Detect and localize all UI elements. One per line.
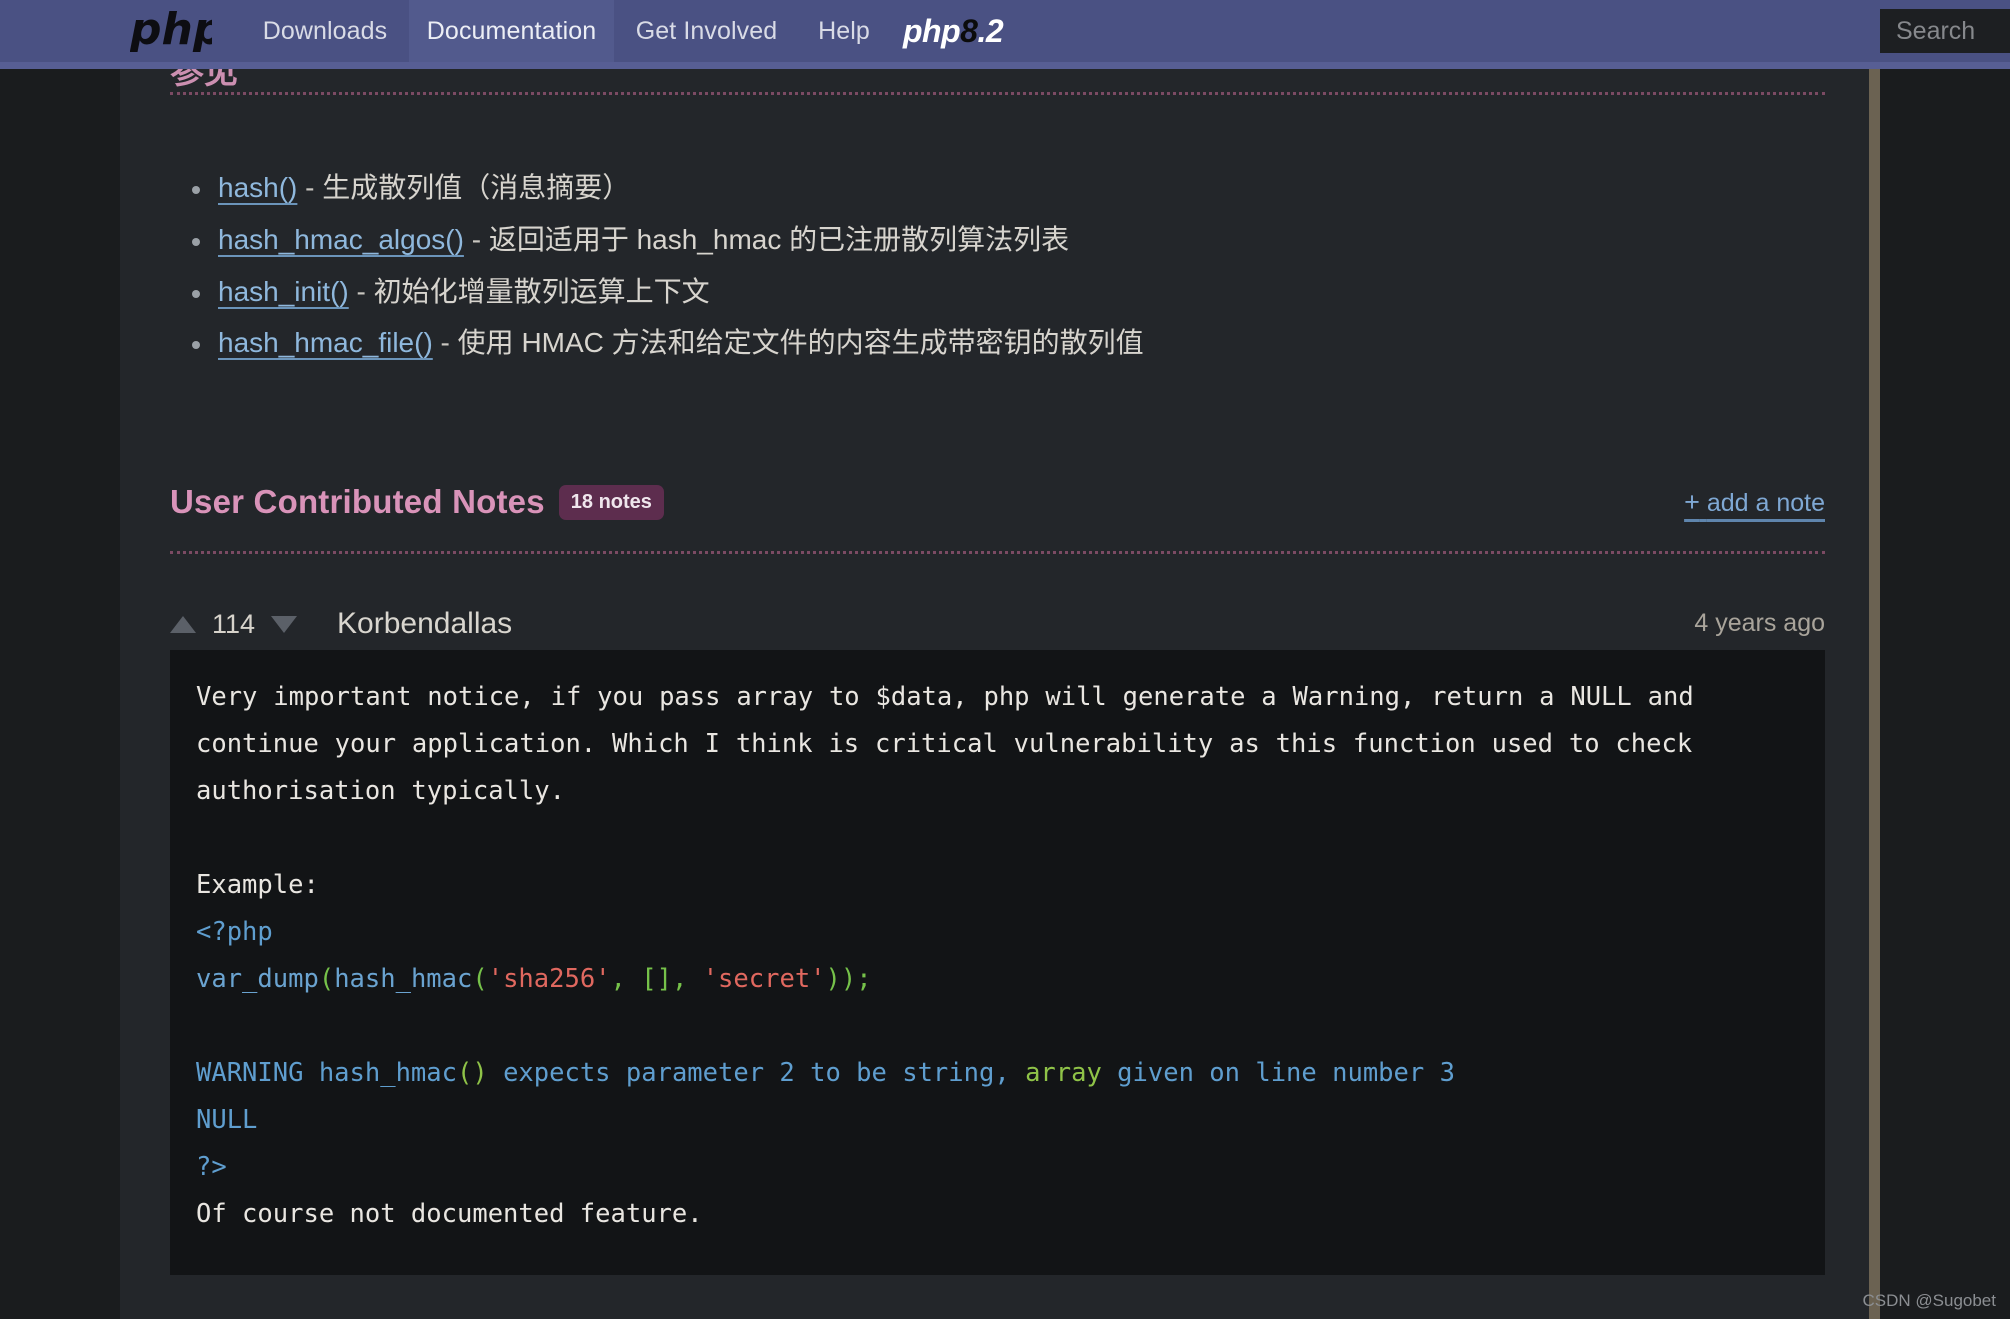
code-open-tag: <?php [196,909,1799,956]
php-logo-icon[interactable]: php [128,4,214,56]
list-item-dash: - [297,172,323,203]
nav-item-downloads[interactable]: Downloads [241,0,409,62]
list-item: hash_hmac_file() - 使用 HMAC 方法和给定文件的内容生成带… [170,325,1770,361]
triangle-up-icon[interactable] [170,615,196,633]
nav-item-help[interactable]: Help [799,0,889,62]
warning-array: array [1025,1058,1102,1088]
code-line: var_dump(hash_hmac('sha256', [], 'secret… [196,956,1799,1003]
search-input[interactable]: Search [1880,9,2010,53]
php-version-logo[interactable]: php 8.2 [903,6,1021,56]
list-item-dash: - [463,223,489,255]
nav-label-downloads: Downloads [262,16,388,45]
note-date: 4 years ago [1694,609,1825,637]
note-meta-row: 114 Korbendallas [170,605,512,643]
code-paren-1: ( [318,964,335,994]
watermark: CSDN @Sugobet [1862,1291,1997,1310]
code-fn-hash-hmac: hash_hmac [334,964,473,994]
code-string-secret: 'secret' [702,964,826,994]
list-item: hash_hmac_algos() - 返回适用于 hash_hmac 的已注册… [170,222,1770,258]
vote-count: 114 [212,608,256,639]
function-link[interactable]: hash() [218,172,297,203]
list-item: hash() - 生成散列值（消息摘要） [170,170,1770,206]
php-close-tag: ?> [196,1152,227,1182]
add-note-label: add a note [1706,489,1825,517]
vertical-scrollbar[interactable] [1869,68,1880,1319]
triangle-down-icon[interactable] [271,615,298,633]
nav-label-help: Help [818,16,870,45]
list-item: hash_init() - 初始化增量散列运算上下文 [170,274,1770,310]
php-docs-page: 参见 php Downloads Documentation Get Invol… [0,0,2010,1319]
note-paragraph: Very important notice, if you pass array… [196,682,1694,806]
add-note-link[interactable]: + add a note [1684,487,1825,518]
list-item-description: 使用 HMAC 方法和给定文件的内容生成带密钥的散列值 [457,327,1144,359]
note-author[interactable]: Korbendallas [337,607,512,641]
code-paren-2: ( [472,964,488,994]
php-version-major: 8 [960,12,978,49]
null-value: NULL [196,1105,258,1135]
plus-icon: + [1684,487,1700,517]
list-item-description: 初始化增量散列运算上下文 [373,275,710,307]
php-version-prefix: php [903,12,961,49]
php-open-tag: <?php [196,917,273,947]
code-string-sha256: 'sha256' [487,964,611,994]
code-empty-array: [] [641,964,672,994]
notes-count-badge: 18 notes [558,484,664,520]
php-version-minor: .2 [977,12,1004,49]
function-link[interactable]: hash_hmac_file() [218,327,433,358]
warning-line: WARNING hash_hmac() expects parameter 2 … [196,1050,1799,1097]
null-line: NULL [196,1097,1799,1144]
svg-text:php: php [130,8,212,52]
warning-text-3: given on line number 3 [1101,1058,1455,1088]
navbar-underline [0,62,2010,69]
divider-top [170,92,1825,95]
warning-parens: () [457,1058,488,1088]
top-navbar: php Downloads Documentation Get Involved… [0,0,2010,62]
right-gutter [1880,0,2010,1319]
code-sep-2: , [671,964,703,994]
code-sep-1: , [610,964,642,994]
related-functions-list: hash() - 生成散列值（消息摘要） hash_hmac_algos() -… [170,170,1770,377]
list-item-dash: - [348,275,374,307]
list-item-dash: - [432,327,458,359]
nav-label-get-involved: Get Involved [635,16,778,45]
code-paren-close: )) [825,964,857,994]
list-item-description: 生成散列值（消息摘要） [322,172,631,203]
warning-text-1: WARNING hash_hmac [196,1058,457,1088]
list-item-description: 返回适用于 hash_hmac 的已注册散列算法列表 [488,223,1070,255]
nav-item-documentation[interactable]: Documentation [409,0,614,62]
note-body: Very important notice, if you pass array… [170,650,1825,1275]
nav-item-get-involved[interactable]: Get Involved [614,0,799,62]
code-fn-var-dump: var_dump [196,964,319,994]
code-close-tag: ?> [196,1144,1799,1191]
nav-label-documentation: Documentation [426,16,597,45]
notes-title: User Contributed Notes [170,483,545,520]
example-label: Example: [196,870,319,900]
divider-notes [170,551,1825,554]
code-semicolon: ; [856,964,872,994]
function-link[interactable]: hash_hmac_algos() [218,224,464,255]
warning-text-2: expects parameter 2 to be string, [487,1058,1026,1088]
function-link[interactable]: hash_init() [218,276,349,307]
note-footer-line: Of course not documented feature. [196,1199,703,1229]
user-contributed-notes-header: User Contributed Notes 18 notes [170,483,664,521]
